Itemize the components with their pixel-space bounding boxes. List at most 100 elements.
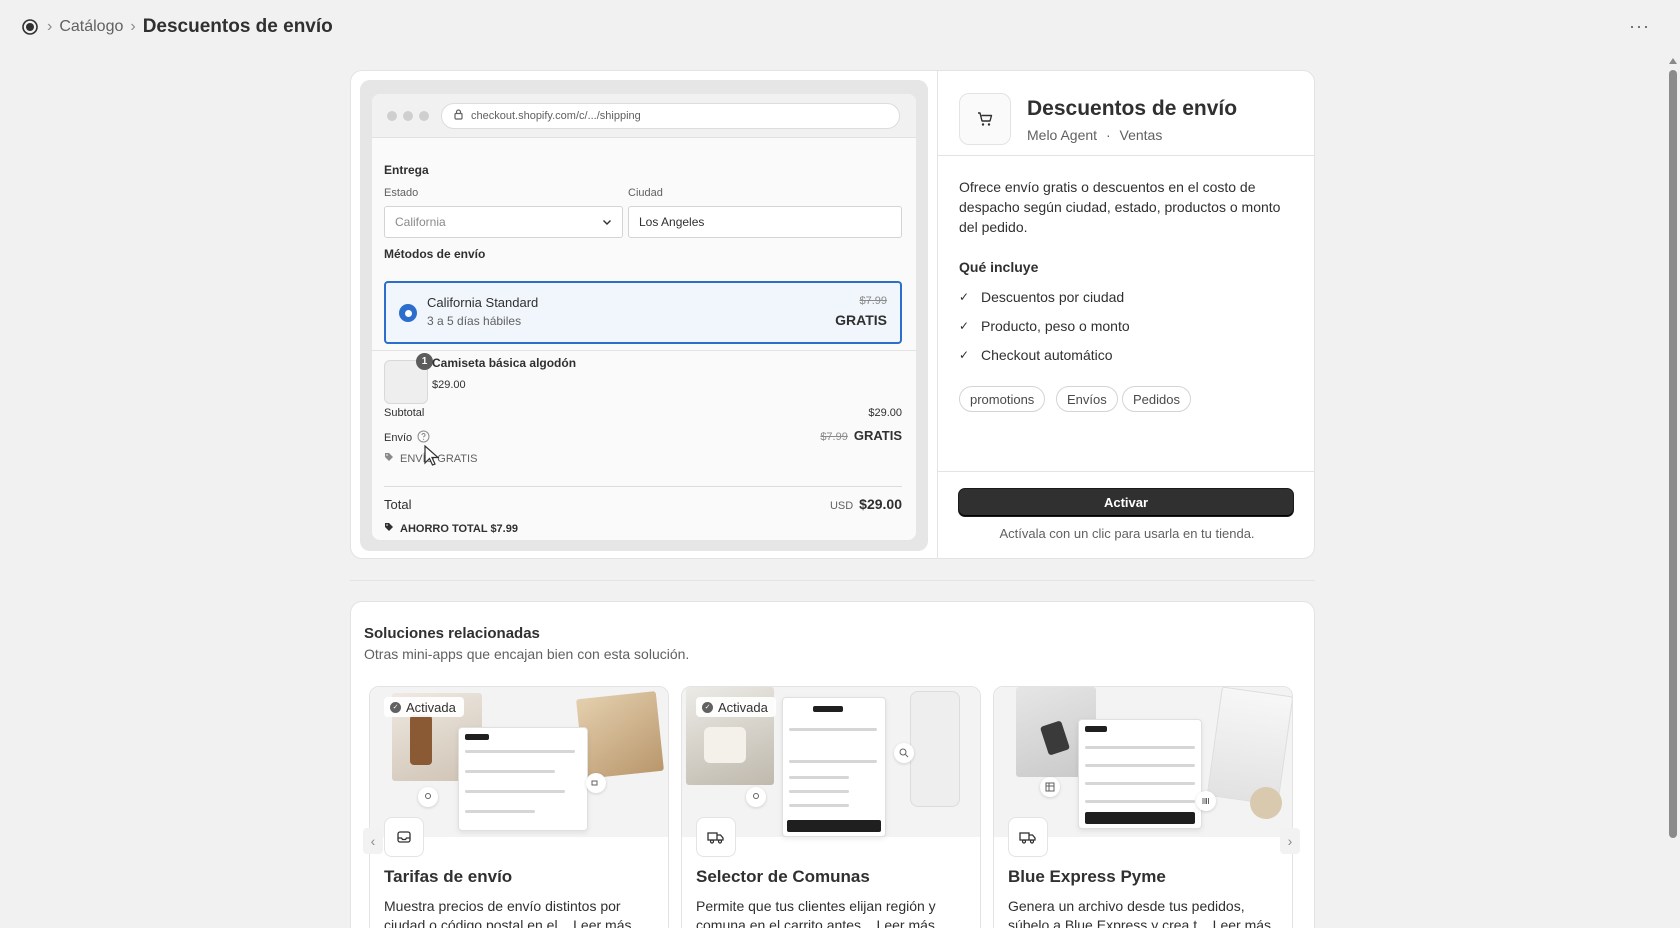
tag-icon [384, 452, 394, 465]
pin-icon [418, 787, 438, 807]
scroll-up-arrow[interactable] [1669, 58, 1677, 64]
related-card-comunas[interactable]: ✓ Activada Selector de Comunas Permite q… [681, 686, 981, 928]
total-savings: AHORRO TOTAL $7.99 [400, 522, 518, 535]
activate-note: Actívala con un clic para usarla en tu t… [999, 526, 1255, 541]
shipping-row-label: Envío [384, 430, 430, 446]
solution-title: Descuentos de envío [1027, 97, 1238, 120]
mini-ui-mockup [458, 727, 588, 831]
tag-icon [384, 522, 394, 535]
product-name: Camiseta básica algodón [432, 356, 577, 370]
help-icon[interactable] [417, 430, 430, 446]
related-card-blue-express[interactable]: Blue Express Pyme Genera un archivo desd… [993, 686, 1293, 928]
mini-ui-mockup [782, 697, 886, 837]
solution-author: Melo Agent [1027, 127, 1098, 143]
product-price: $29.00 [432, 379, 466, 391]
tag-chip[interactable]: promotions [959, 386, 1046, 412]
shipping-row-value: $7.99 GRATIS [820, 428, 902, 443]
includes-item-label: Checkout automático [981, 347, 1113, 363]
label-roll-illustration [1250, 787, 1282, 819]
card-description: Muestra precios de envío distintos por c… [384, 898, 632, 928]
solution-category: Ventas [1119, 127, 1163, 143]
total-value-row: USD $29.00 [830, 496, 902, 512]
pin-icon [746, 787, 766, 807]
check-icon: ✓ [702, 701, 713, 713]
divider [384, 486, 902, 487]
total-label: Total [384, 497, 412, 512]
cart-icon [959, 93, 1011, 145]
shipping-price: GRATIS [835, 312, 887, 328]
solution-info-panel: Descuentos de envío Melo Agent · Ventas … [937, 71, 1314, 558]
carousel-next-button[interactable]: › [1280, 828, 1300, 854]
currency-code: USD [829, 500, 854, 512]
city-field[interactable]: Los Angeles [628, 206, 902, 238]
window-dot [403, 111, 413, 121]
browser-mockup: checkout.shopify.com/c/.../shipping Entr… [372, 94, 916, 540]
related-title: Soluciones relacionadas [364, 625, 540, 642]
info-header: Descuentos de envío Melo Agent · Ventas [938, 71, 1314, 156]
state-select-value: California [395, 215, 446, 229]
check-icon: ✓ [959, 290, 970, 304]
state-label: Estado [384, 187, 419, 199]
radio-selected[interactable] [399, 304, 417, 322]
card-description: Genera un archivo desde tus pedidos, súb… [1008, 898, 1272, 928]
activate-button[interactable]: Activar [958, 488, 1294, 517]
activated-label: Activada [406, 699, 456, 715]
table-icon [1040, 777, 1060, 797]
shipping-labels-illustration [1206, 687, 1292, 806]
includes-item: ✓ Checkout automático [959, 347, 1113, 363]
card-title: Selector de Comunas [696, 867, 870, 886]
activated-badge: ✓ Activada [696, 697, 776, 717]
top-bar: › Catálogo › Descuentos de envío ··· [0, 0, 1680, 54]
scroll-thumb[interactable] [1669, 70, 1677, 838]
check-icon: ✓ [959, 348, 970, 362]
section-divider [350, 580, 1315, 581]
includes-item: ✓ Descuentos por ciudad [959, 289, 1124, 305]
truck-icon [696, 817, 736, 857]
mini-ui-mockup [1078, 719, 1202, 829]
includes-item-label: Descuentos por ciudad [981, 289, 1125, 305]
city-field-value: Los Angeles [639, 215, 705, 229]
divider [372, 350, 916, 351]
activate-footer: Activar Actívala con un clic para usarla… [938, 471, 1314, 558]
savings-row: AHORRO TOTAL $7.99 [384, 522, 518, 535]
shipping-method-eta: 3 a 5 días hábiles [427, 314, 522, 328]
tag-chip[interactable]: Pedidos [1122, 386, 1191, 412]
related-subtitle: Otras mini-apps que encajan bien con est… [364, 646, 690, 662]
lock-icon [454, 109, 463, 123]
card-description: Permite que tus clientes elijan región y… [696, 898, 936, 928]
window-dot [387, 111, 397, 121]
check-icon: ✓ [959, 319, 970, 333]
carousel-prev-button[interactable]: ‹ [363, 828, 383, 854]
search-icon [894, 743, 914, 763]
shipping-option-selected[interactable]: California Standard 3 a 5 días hábiles $… [384, 281, 902, 344]
mouse-cursor-icon [424, 445, 440, 466]
address-bar: checkout.shopify.com/c/.../shipping [441, 103, 900, 129]
solution-description: Ofrece envío gratis o descuentos en el c… [959, 179, 1281, 235]
related-card-tarifas[interactable]: ✓ Activada Tarifas de envío Muestra prec… [369, 686, 669, 928]
truck-icon [1008, 817, 1048, 857]
page-title: Descuentos de envío [142, 16, 333, 37]
card-preview-image [994, 687, 1292, 837]
includes-item: ✓ Producto, peso o monto [959, 318, 1130, 334]
subtotal-value: $29.00 [868, 407, 902, 419]
bottle-illustration [410, 715, 432, 765]
breadcrumb-catalog-link[interactable]: Catálogo [59, 18, 123, 36]
page-scrollbar[interactable] [1666, 54, 1680, 928]
total-value: $29.00 [859, 496, 902, 512]
state-select[interactable]: California [384, 206, 623, 238]
tag-chip[interactable]: Envíos [1056, 386, 1118, 412]
card-preview-image: ✓ Activada [370, 687, 668, 837]
shipping-label: Envío [384, 432, 413, 444]
shipping-methods-heading: Métodos de envío [384, 247, 486, 261]
app-logo-icon[interactable] [20, 17, 40, 37]
checkout-preview: checkout.shopify.com/c/.../shipping Entr… [360, 80, 928, 551]
meta-separator: · [1105, 127, 1111, 143]
breadcrumb-separator: › [47, 18, 53, 35]
shipping-value: GRATIS [853, 428, 902, 443]
shipping-old-value: $7.99 [820, 431, 848, 443]
card-preview-image: ✓ Activada [682, 687, 980, 837]
more-icon[interactable]: ··· [1629, 16, 1650, 37]
mug-illustration [704, 727, 746, 763]
solution-card: checkout.shopify.com/c/.../shipping Entr… [350, 70, 1315, 559]
chevron-down-icon [602, 216, 612, 230]
